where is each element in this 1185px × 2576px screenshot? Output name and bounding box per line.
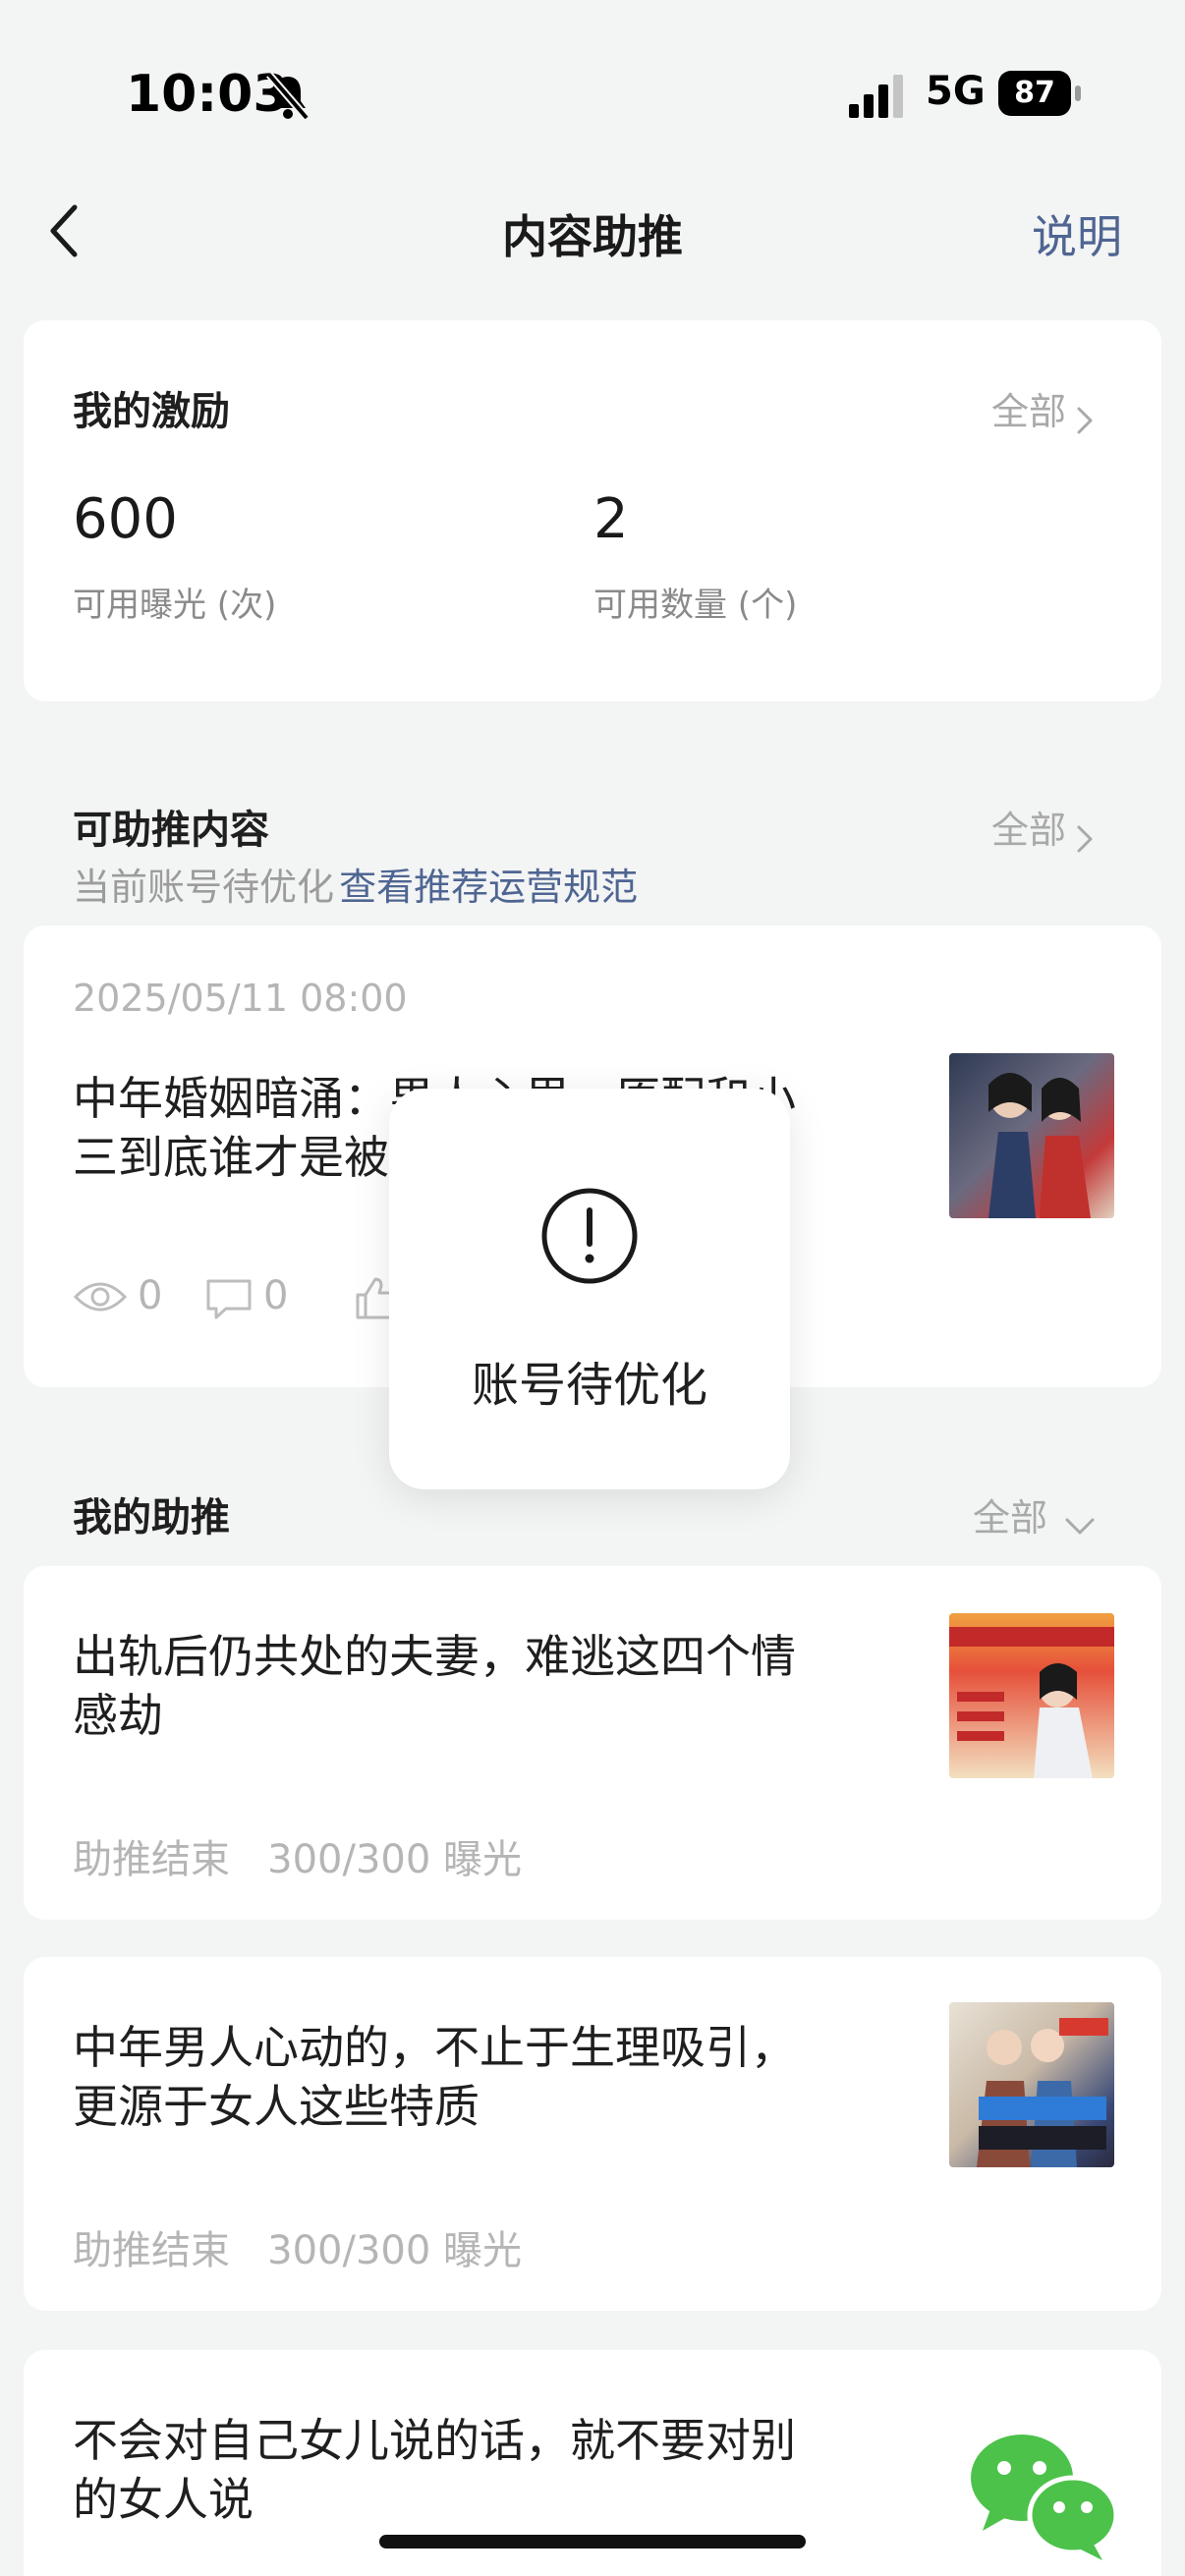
boost-item-card[interactable]: 中年男人心动的，不止于生理吸引， 更源于女人这些特质 助推结束 300/300 … xyxy=(24,1957,1161,2311)
thumbnail-art xyxy=(949,1627,1114,1778)
battery-cap xyxy=(1075,85,1081,101)
account-hint-text: 当前账号待优化 xyxy=(73,866,335,909)
article-title: 中年男人心动的，不止于生理吸引， 更源于女人这些特质 xyxy=(73,2018,908,2136)
my-boosts-title: 我的助推 xyxy=(73,1495,230,1540)
toast-popup: 账号待优化 xyxy=(389,1089,790,1489)
boost-status-line: 助推结束 300/300 曝光 xyxy=(73,1827,522,1884)
view-count: 0 xyxy=(138,1273,163,1318)
article-title-line: 出轨后仍共处的夫妻，难逃这四个情 xyxy=(73,1630,796,1683)
chevron-right-icon xyxy=(1077,825,1093,852)
filter-label: 全部 xyxy=(973,1496,1048,1540)
wechat-icon xyxy=(971,2435,1119,2560)
exposure-label: 可用曝光 (次) xyxy=(73,586,277,625)
article-title-line: 不会对自己女儿说的话，就不要对别 xyxy=(73,2414,796,2467)
eye-icon xyxy=(73,1282,128,1312)
article-thumbnail xyxy=(949,1613,1114,1778)
toast-text: 账号待优化 xyxy=(471,1358,707,1413)
count-label: 可用数量 (个) xyxy=(593,586,798,625)
article-title-line: 感劫 xyxy=(73,1689,163,1742)
battery-level: 87 xyxy=(998,71,1071,116)
exclamation-icon xyxy=(541,1188,638,1284)
bell-slash-icon xyxy=(265,72,310,121)
article-title-line: 中年男人心动的，不止于生理吸引， xyxy=(73,2021,796,2074)
boostable-see-all[interactable]: 全部 xyxy=(991,800,1094,854)
battery-indicator: 87 xyxy=(998,71,1081,116)
see-all-label: 全部 xyxy=(991,809,1067,852)
status-time: 10:03 xyxy=(126,65,289,124)
article-title: 出轨后仍共处的夫妻，难逃这四个情 感劫 xyxy=(73,1627,908,1745)
boost-exposure: 300/300 曝光 xyxy=(267,1837,523,1882)
comment-count: 0 xyxy=(263,1273,289,1318)
exposure-value: 600 xyxy=(73,487,178,551)
comment-icon xyxy=(206,1279,252,1319)
chevron-right-icon xyxy=(1077,407,1093,433)
network-type: 5G xyxy=(926,69,986,114)
boost-status: 助推结束 xyxy=(73,1837,230,1882)
thumbnail-art xyxy=(988,1073,1091,1218)
page-title: 内容助推 xyxy=(502,210,683,263)
boost-status: 助推结束 xyxy=(73,2228,230,2273)
article-title-line: 的女人说 xyxy=(73,2473,254,2526)
thumbnail-art xyxy=(977,2018,1108,2167)
signal-icon xyxy=(849,75,903,118)
see-all-label: 全部 xyxy=(991,390,1067,433)
boost-status-line: 助推结束 300/300 曝光 xyxy=(73,2218,522,2275)
boostable-title: 可助推内容 xyxy=(73,808,269,853)
home-indicator[interactable] xyxy=(379,2535,806,2548)
incentive-title: 我的激励 xyxy=(73,389,230,434)
boost-exposure: 300/300 曝光 xyxy=(267,2228,523,2273)
boost-item-card[interactable]: 出轨后仍共处的夫妻，难逃这四个情 感劫 助推结束 300/300 曝光 xyxy=(24,1566,1161,1920)
article-title: 不会对自己女儿说的话，就不要对别 的女人说 xyxy=(73,2411,908,2529)
article-thumbnail xyxy=(949,1053,1114,1218)
chevron-down-icon xyxy=(1065,1518,1095,1534)
my-boosts-filter[interactable]: 全部 xyxy=(973,1487,1096,1541)
incentive-see-all[interactable]: 全部 xyxy=(991,381,1094,435)
help-button[interactable]: 说明 xyxy=(1032,201,1122,266)
incentive-card: 我的激励 全部 600 可用曝光 (次) 2 可用数量 (个) xyxy=(24,320,1161,701)
count-value: 2 xyxy=(593,487,629,551)
guidelines-link[interactable]: 查看推荐运营规范 xyxy=(339,866,638,909)
publish-date: 2025/05/11 08:00 xyxy=(73,977,408,1020)
article-title-line: 更源于女人这些特质 xyxy=(73,2080,480,2133)
article-thumbnail xyxy=(949,2002,1114,2167)
account-hint: 当前账号待优化 查看推荐运营规范 xyxy=(73,857,638,911)
